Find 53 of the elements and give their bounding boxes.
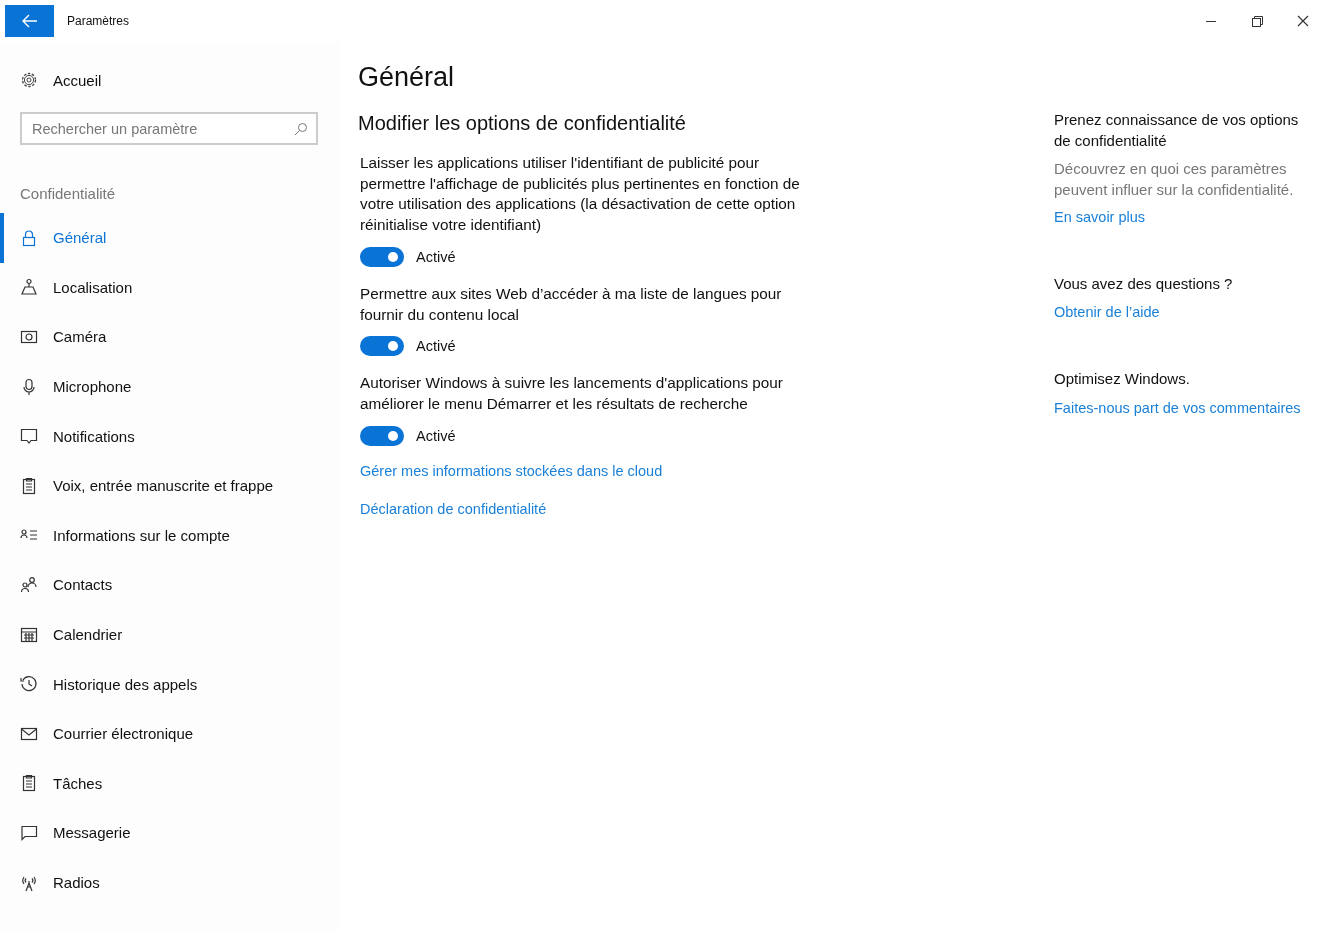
toggle-switch[interactable] (360, 336, 404, 357)
link[interactable]: Gérer mes informations stockées dans le cloud (360, 462, 663, 479)
sidebar-item[interactable]: Notifications (0, 411, 340, 461)
page-title: Général (358, 62, 456, 93)
calendar-icon (20, 625, 38, 644)
window-title: Paramètres (67, 14, 131, 28)
sidebar-item[interactable]: Historique des appels (0, 659, 340, 709)
history-icon (20, 675, 38, 694)
clipboard-icon (20, 774, 38, 793)
toggle-state: Activé (416, 248, 456, 265)
back-arrow-icon (21, 14, 38, 28)
aside-heading: Prenez connaissance de vos options de confidentialité (1054, 110, 1300, 151)
aside-text: Découvrez en quoi ces paramètres peuvent influer sur la confidentialité. (1054, 159, 1295, 201)
sidebar-item[interactable]: Voix, entrée manuscrite et frappe (0, 460, 340, 511)
link[interactable]: En savoir plus (1054, 206, 1146, 228)
link[interactable]: Obtenir de l’aide (1054, 302, 1160, 323)
gear-icon (20, 71, 38, 89)
clipboard-icon (20, 476, 38, 495)
people-icon (20, 575, 38, 594)
link[interactable]: Faites-nous part de vos commentaires (1054, 397, 1301, 419)
toggle-switch[interactable] (360, 246, 404, 267)
search-field[interactable]: Rechercher un paramètre (20, 112, 318, 145)
option-description: Permettre aux sites Web d’accéder à ma liste de langues pour fournir du contenu local (360, 283, 783, 325)
link[interactable]: Déclaration de confidentialité (360, 500, 547, 517)
sidebar-item[interactable]: Informations sur le compte (0, 510, 340, 561)
toggle-state: Activé (416, 338, 456, 355)
person-pin-icon (20, 278, 38, 297)
sidebar-item[interactable]: Messagerie (0, 808, 340, 858)
home-nav-item[interactable]: Accueil (20, 65, 340, 95)
sidebar-item[interactable]: Localisation (0, 262, 340, 313)
lock-icon (20, 228, 38, 247)
search-icon (294, 122, 308, 136)
sidebar-item[interactable]: Microphone (0, 361, 340, 412)
sidebar-item[interactable]: Général (0, 213, 340, 263)
toggle-state: Activé (416, 427, 456, 444)
aside-heading: Vous avez des questions ? (1054, 273, 1234, 294)
option-description: Autoriser Windows à suivre les lancements d'applications pour améliorer le menu Démarrer et les résultats de recherche (360, 373, 784, 414)
aside-heading: Optimisez Windows. (1054, 368, 1191, 389)
sidebar-item[interactable]: Tâches (0, 758, 340, 809)
sidebar-item[interactable]: Contacts (0, 560, 340, 610)
microphone-icon (20, 377, 38, 396)
toggle-switch[interactable] (360, 425, 404, 446)
sidebar-item[interactable]: Radios (0, 857, 340, 908)
sidebar-item[interactable]: Caméra (0, 312, 340, 362)
speech-bubble-icon (20, 427, 38, 446)
chat-bubble-icon (20, 823, 38, 842)
back-button[interactable] (5, 5, 54, 37)
sidebar-item[interactable]: Courrier électronique (0, 708, 340, 759)
section-title: Modifier les options de confidentialité (358, 112, 687, 135)
sidebar-item[interactable]: Calendrier (0, 609, 340, 660)
option-description: Laisser les applications utiliser l'identifiant de publicité pour permettre l'affichage de publicités plus pertinentes en fonction de votre utilisation des applications (la désactivation de cette option réinitialise votre identifiant) (360, 153, 801, 236)
section-heading: Confidentialité (20, 185, 117, 202)
camera-icon (20, 328, 38, 346)
